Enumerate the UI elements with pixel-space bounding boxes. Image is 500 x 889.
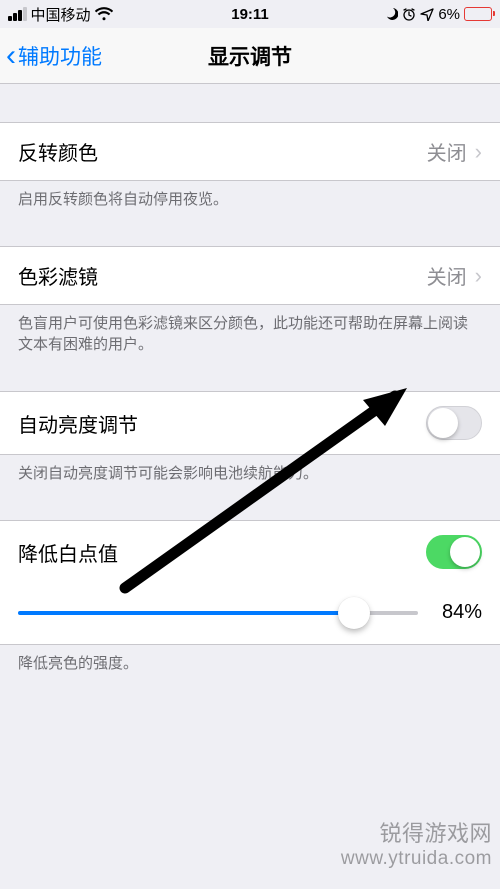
signal-icon <box>8 7 27 21</box>
chevron-left-icon: ‹ <box>6 41 16 71</box>
watermark-url: www.ytruida.com <box>341 847 492 871</box>
page-title: 显示调节 <box>208 41 292 71</box>
status-time: 19:11 <box>231 6 269 23</box>
wifi-icon <box>95 7 113 21</box>
invert-footer: 启用反转颜色将自动停用夜览。 <box>0 181 500 220</box>
row-label: 自动亮度调节 <box>18 409 138 438</box>
location-icon <box>420 7 434 21</box>
row-reduce-white-point: 降低白点值 <box>0 520 500 583</box>
alarm-icon <box>402 7 416 21</box>
back-label: 辅助功能 <box>18 41 102 71</box>
battery-pct: 6% <box>438 6 460 23</box>
battery-icon <box>464 7 492 21</box>
auto-brightness-footer: 关闭自动亮度调节可能会影响电池续航能力。 <box>0 455 500 494</box>
back-button[interactable]: ‹ 辅助功能 <box>6 28 102 83</box>
row-value: 关闭 <box>427 261 467 290</box>
nav-bar: ‹ 辅助功能 显示调节 <box>0 28 500 84</box>
white-point-toggle[interactable] <box>426 535 482 569</box>
row-color-filters[interactable]: 色彩滤镜 关闭 › <box>0 246 500 305</box>
watermark: 锐得游戏网 www.ytruida.com <box>341 820 492 871</box>
row-label: 色彩滤镜 <box>18 261 98 290</box>
row-invert-colors[interactable]: 反转颜色 关闭 › <box>0 122 500 181</box>
color-filter-footer: 色盲用户可使用色彩滤镜来区分颜色，此功能还可帮助在屏幕上阅读文本有困难的用户。 <box>0 305 500 365</box>
slider-value: 84% <box>430 601 482 624</box>
row-value: 关闭 <box>427 137 467 166</box>
status-bar: 中国移动 19:11 6% <box>0 0 500 28</box>
moon-icon <box>384 7 398 21</box>
watermark-zh: 锐得游戏网 <box>341 820 492 848</box>
chevron-right-icon: › <box>475 139 482 165</box>
row-auto-brightness: 自动亮度调节 <box>0 391 500 455</box>
row-label: 降低白点值 <box>18 538 118 567</box>
status-left: 中国移动 <box>8 4 113 25</box>
row-label: 反转颜色 <box>18 137 98 166</box>
carrier-label: 中国移动 <box>31 4 91 25</box>
white-point-footer: 降低亮色的强度。 <box>0 645 500 684</box>
status-right: 6% <box>384 6 492 23</box>
slider-thumb[interactable] <box>338 597 370 629</box>
chevron-right-icon: › <box>475 263 482 289</box>
white-point-slider[interactable] <box>18 611 418 615</box>
white-point-slider-row: 84% <box>0 583 500 645</box>
auto-brightness-toggle[interactable] <box>426 406 482 440</box>
